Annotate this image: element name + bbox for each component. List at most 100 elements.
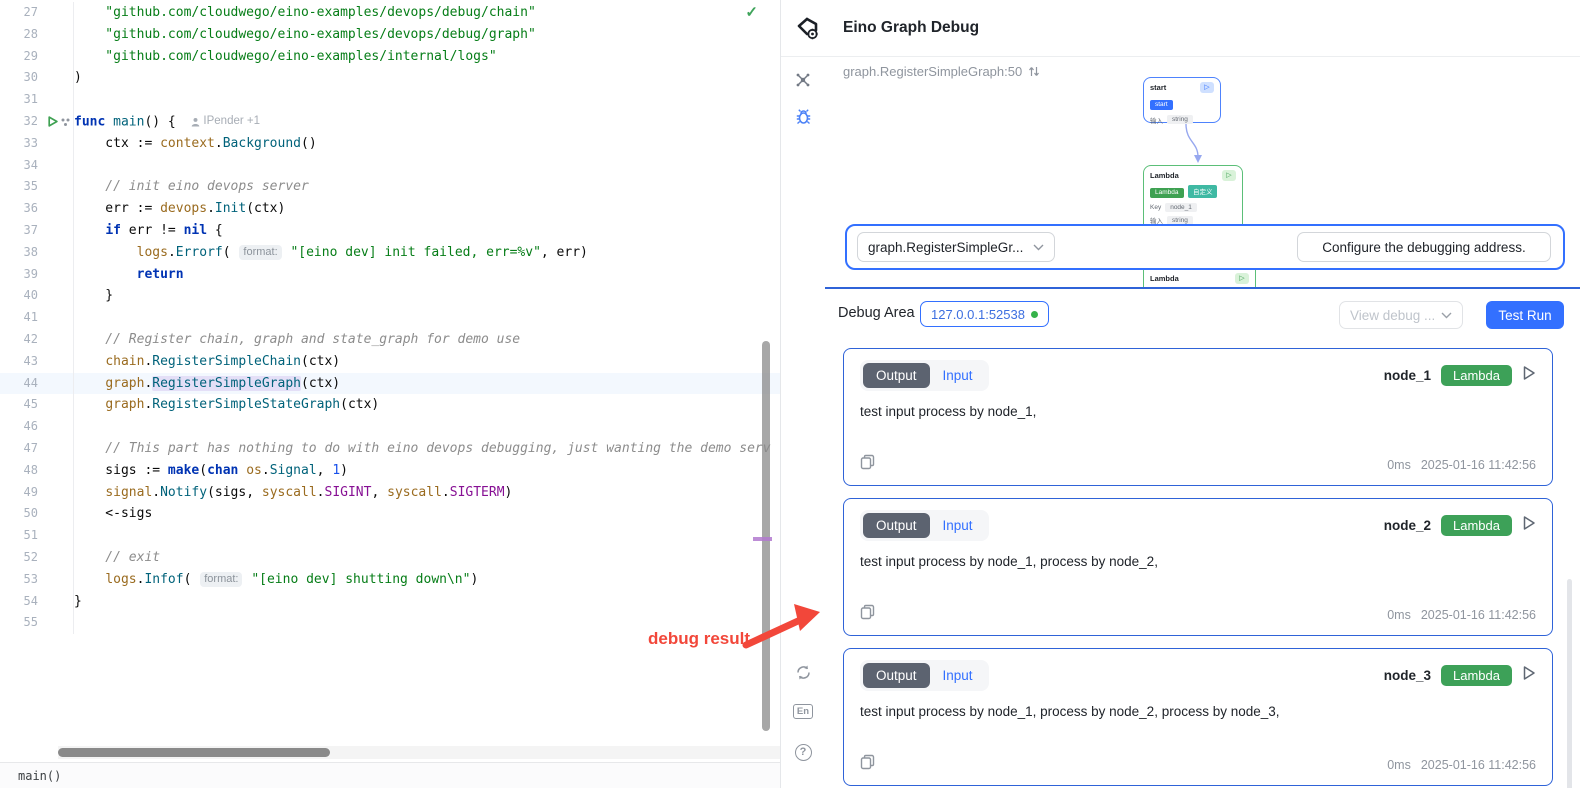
tab-output[interactable]: Output xyxy=(863,663,930,688)
line-number[interactable]: 45 xyxy=(0,394,44,416)
code-line[interactable]: 32func main() { IPender +1 xyxy=(0,111,780,133)
line-number[interactable]: 32 xyxy=(0,111,44,133)
line-number[interactable]: 48 xyxy=(0,460,44,482)
line-number[interactable]: 37 xyxy=(0,220,44,242)
chevron-down-icon xyxy=(1033,244,1044,251)
play-node-icon[interactable] xyxy=(1522,515,1536,536)
code-line[interactable]: 46 xyxy=(0,416,780,438)
code-line[interactable]: 40 } xyxy=(0,285,780,307)
line-number[interactable]: 55 xyxy=(0,612,44,634)
line-number[interactable]: 41 xyxy=(0,307,44,329)
line-number[interactable]: 49 xyxy=(0,482,44,504)
code-line[interactable]: 34 xyxy=(0,155,780,177)
horizontal-scrollbar-thumb[interactable] xyxy=(58,748,330,757)
code-line[interactable]: 45 graph.RegisterSimpleStateGraph(ctx) xyxy=(0,394,780,416)
line-number[interactable]: 34 xyxy=(0,155,44,177)
code-text: sigs := make(chan os.Signal, 1) xyxy=(74,460,780,482)
graph-view-icon[interactable] xyxy=(781,65,825,95)
code-token: . xyxy=(215,136,223,151)
node-play-icon[interactable]: ▷ xyxy=(1200,82,1214,93)
graph-location[interactable]: graph.RegisterSimpleGraph:50 xyxy=(843,64,1040,79)
code-line[interactable]: 51 xyxy=(0,525,780,547)
play-node-icon[interactable] xyxy=(1522,665,1536,686)
code-line[interactable]: 53 logs.Infof( format: "[eino dev] shutt… xyxy=(0,569,780,591)
tab-input[interactable]: Input xyxy=(930,513,986,538)
line-number[interactable]: 38 xyxy=(0,242,44,264)
code-line[interactable]: 48 sigs := make(chan os.Signal, 1) xyxy=(0,460,780,482)
code-line[interactable]: 42 // Register chain, graph and state_gr… xyxy=(0,329,780,351)
code-line[interactable]: 31 xyxy=(0,89,780,111)
tab-input[interactable]: Input xyxy=(930,663,986,688)
copy-icon[interactable] xyxy=(860,754,875,775)
line-number[interactable]: 31 xyxy=(0,89,44,111)
test-run-button[interactable]: Test Run xyxy=(1486,301,1564,329)
panel-scrollbar[interactable] xyxy=(1567,579,1572,788)
line-number[interactable]: 51 xyxy=(0,525,44,547)
author-inlay-hint[interactable]: IPender +1 xyxy=(191,111,260,133)
line-number[interactable]: 40 xyxy=(0,285,44,307)
code-line[interactable]: 52 // exit xyxy=(0,547,780,569)
line-number[interactable]: 52 xyxy=(0,547,44,569)
code-line[interactable]: 37 if err != nil { xyxy=(0,220,780,242)
line-number[interactable]: 43 xyxy=(0,351,44,373)
tab-output[interactable]: Output xyxy=(863,513,930,538)
line-number[interactable]: 35 xyxy=(0,176,44,198)
tab-output[interactable]: Output xyxy=(863,363,930,388)
node-type-badge: Lambda xyxy=(1441,515,1512,536)
code-line[interactable]: 36 err := devops.Init(ctx) xyxy=(0,198,780,220)
code-line[interactable]: 41 xyxy=(0,307,780,329)
code-line[interactable]: 29 "github.com/cloudwego/eino-examples/i… xyxy=(0,46,780,68)
code-line[interactable]: 30) xyxy=(0,67,780,89)
line-number[interactable]: 46 xyxy=(0,416,44,438)
line-number[interactable]: 53 xyxy=(0,569,44,591)
debug-bug-icon[interactable] xyxy=(781,101,825,131)
code-line[interactable]: 43 chain.RegisterSimpleChain(ctx) xyxy=(0,351,780,373)
graph-select-dropdown[interactable]: graph.RegisterSimpleGr... xyxy=(857,232,1055,262)
code-editor[interactable]: 27 "github.com/cloudwego/eino-examples/d… xyxy=(0,0,781,788)
editor-horizontal-scrollbar[interactable] xyxy=(58,746,780,759)
gutter-icons xyxy=(44,503,74,525)
node-play-icon[interactable]: ▷ xyxy=(1222,170,1236,181)
code-line[interactable]: 33 ctx := context.Background() xyxy=(0,133,780,155)
editor-vertical-scrollbar[interactable] xyxy=(762,341,770,731)
line-number[interactable]: 27 xyxy=(0,2,44,24)
line-number[interactable]: 44 xyxy=(0,373,44,395)
configure-address-button[interactable]: Configure the debugging address. xyxy=(1297,232,1551,262)
line-number[interactable]: 47 xyxy=(0,438,44,460)
line-number[interactable]: 42 xyxy=(0,329,44,351)
view-debug-dropdown[interactable]: View debug ... xyxy=(1339,301,1463,329)
language-toggle-icon[interactable]: En xyxy=(781,696,825,726)
copy-icon[interactable] xyxy=(860,454,875,475)
line-number[interactable]: 30 xyxy=(0,67,44,89)
line-number[interactable]: 33 xyxy=(0,133,44,155)
code-line[interactable]: 49 signal.Notify(sigs, syscall.SIGINT, s… xyxy=(0,482,780,504)
usages-icon[interactable] xyxy=(60,117,71,127)
code-line[interactable]: 55 xyxy=(0,612,780,634)
code-line[interactable]: 27 "github.com/cloudwego/eino-examples/d… xyxy=(0,2,780,24)
code-line[interactable]: 28 "github.com/cloudwego/eino-examples/d… xyxy=(0,24,780,46)
code-line[interactable]: 54} xyxy=(0,591,780,613)
line-number[interactable]: 39 xyxy=(0,264,44,286)
run-main-icon[interactable] xyxy=(47,116,58,127)
code-line[interactable]: 35 // init eino devops server xyxy=(0,176,780,198)
help-icon[interactable]: ? xyxy=(781,737,825,767)
line-number[interactable]: 28 xyxy=(0,24,44,46)
line-number[interactable]: 29 xyxy=(0,46,44,68)
line-number[interactable]: 50 xyxy=(0,503,44,525)
copy-icon[interactable] xyxy=(860,604,875,625)
line-number[interactable]: 54 xyxy=(0,591,44,613)
graph-node-start[interactable]: start ▷ start 输入 string xyxy=(1143,77,1221,123)
refresh-icon[interactable] xyxy=(781,657,825,687)
breadcrumb[interactable]: main() xyxy=(18,769,61,783)
tab-input[interactable]: Input xyxy=(930,363,986,388)
line-number[interactable]: 36 xyxy=(0,198,44,220)
code-line[interactable]: 47 // This part has nothing to do with e… xyxy=(0,438,780,460)
node-title: Lambda xyxy=(1150,274,1179,283)
code-line[interactable]: 39 return xyxy=(0,264,780,286)
code-line[interactable]: 50 <-sigs xyxy=(0,503,780,525)
play-node-icon[interactable] xyxy=(1522,365,1536,386)
code-line[interactable]: 44 graph.RegisterSimpleGraph(ctx) xyxy=(0,373,780,395)
debug-address-badge[interactable]: 127.0.0.1:52538 xyxy=(920,301,1049,327)
code-line[interactable]: 38 logs.Errorf( format: "[eino dev] init… xyxy=(0,242,780,264)
node-play-icon[interactable]: ▷ xyxy=(1235,273,1249,284)
